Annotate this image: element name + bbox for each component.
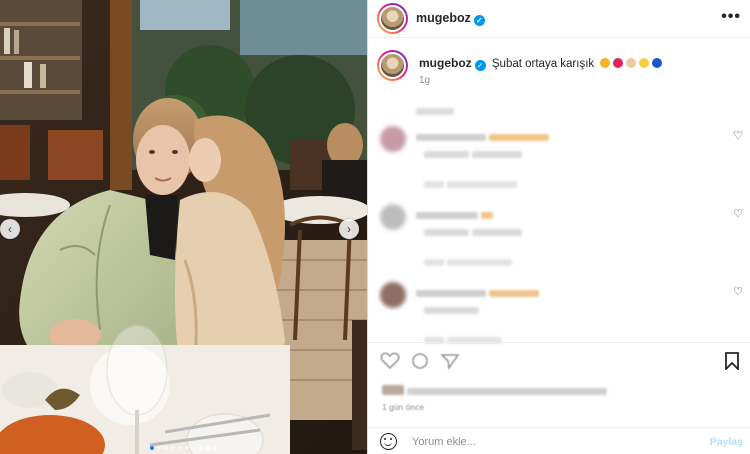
emoji-icon: [613, 58, 624, 68]
comment-icon[interactable]: [410, 352, 430, 370]
blurred-comment-label: [416, 104, 454, 118]
comment-input[interactable]: [412, 432, 692, 451]
caption-emojis: [597, 58, 663, 70]
author-username[interactable]: mugeboz ✓: [416, 11, 485, 26]
post-sidebar: mugeboz ✓ ••• mugeboz ✓ Şubat ortaya karış…: [367, 0, 750, 454]
caption-line: mugeboz ✓ Şubat ortaya karışık: [419, 56, 663, 71]
comment-avatar[interactable]: [380, 204, 406, 230]
post-actions: [368, 342, 750, 382]
carousel-dot: [178, 446, 182, 450]
emoji-icon: [626, 58, 637, 68]
verified-badge-icon: ✓: [473, 15, 485, 26]
carousel-dot: [185, 446, 189, 450]
comment-like-heart-icon[interactable]: ♡: [733, 129, 743, 142]
photo-illustration: [0, 0, 367, 454]
comment-item: ♡: [368, 202, 750, 272]
caption-author-avatar[interactable]: [377, 50, 408, 81]
share-icon[interactable]: [440, 352, 460, 371]
carousel-indicator: [0, 446, 367, 450]
likes-summary[interactable]: [382, 384, 608, 398]
emoji-icon: [639, 58, 650, 68]
author-avatar[interactable]: [377, 3, 408, 34]
carousel-dot: [150, 446, 154, 450]
carousel-dot: [157, 446, 161, 450]
comment-item: ♡: [368, 124, 750, 194]
carousel-dot: [192, 446, 196, 450]
post-comment-button[interactable]: Paylaş: [710, 436, 743, 448]
comment-item: ♡: [368, 280, 750, 350]
bookmark-icon[interactable]: [724, 352, 744, 372]
post-header: mugeboz ✓ •••: [368, 0, 750, 38]
instagram-post: ‹ › mugeboz ✓ ••• mugeboz ✓ Şubat ortaya k…: [0, 0, 750, 454]
caption-text: Şubat ortaya karışık: [491, 58, 595, 70]
carousel-dot: [164, 446, 168, 450]
carousel-dot: [206, 446, 210, 450]
caption-timestamp[interactable]: 1g: [419, 75, 430, 86]
carousel-dot: [213, 446, 217, 450]
carousel-dot: [171, 446, 175, 450]
comment-avatar[interactable]: [380, 126, 406, 152]
smiley-icon[interactable]: [380, 433, 397, 450]
post-photo[interactable]: ‹ ›: [0, 0, 367, 454]
verified-badge-icon: ✓: [474, 60, 486, 71]
comment-like-heart-icon[interactable]: ♡: [733, 285, 743, 298]
carousel-dot: [199, 446, 203, 450]
post-date[interactable]: 1 gün önce: [382, 402, 424, 412]
comment-like-heart-icon[interactable]: ♡: [733, 207, 743, 220]
more-options-icon[interactable]: •••: [721, 8, 741, 26]
carousel-prev-button[interactable]: ‹: [0, 219, 20, 239]
emoji-icon: [652, 58, 663, 68]
comment-avatar[interactable]: [380, 282, 406, 308]
heart-icon[interactable]: [380, 352, 400, 370]
username-text[interactable]: mugeboz: [416, 11, 471, 25]
emoji-icon: [600, 58, 611, 68]
comment-bar: Paylaş: [368, 427, 750, 454]
carousel-next-button[interactable]: ›: [339, 219, 359, 239]
caption-username[interactable]: mugeboz: [419, 56, 472, 70]
